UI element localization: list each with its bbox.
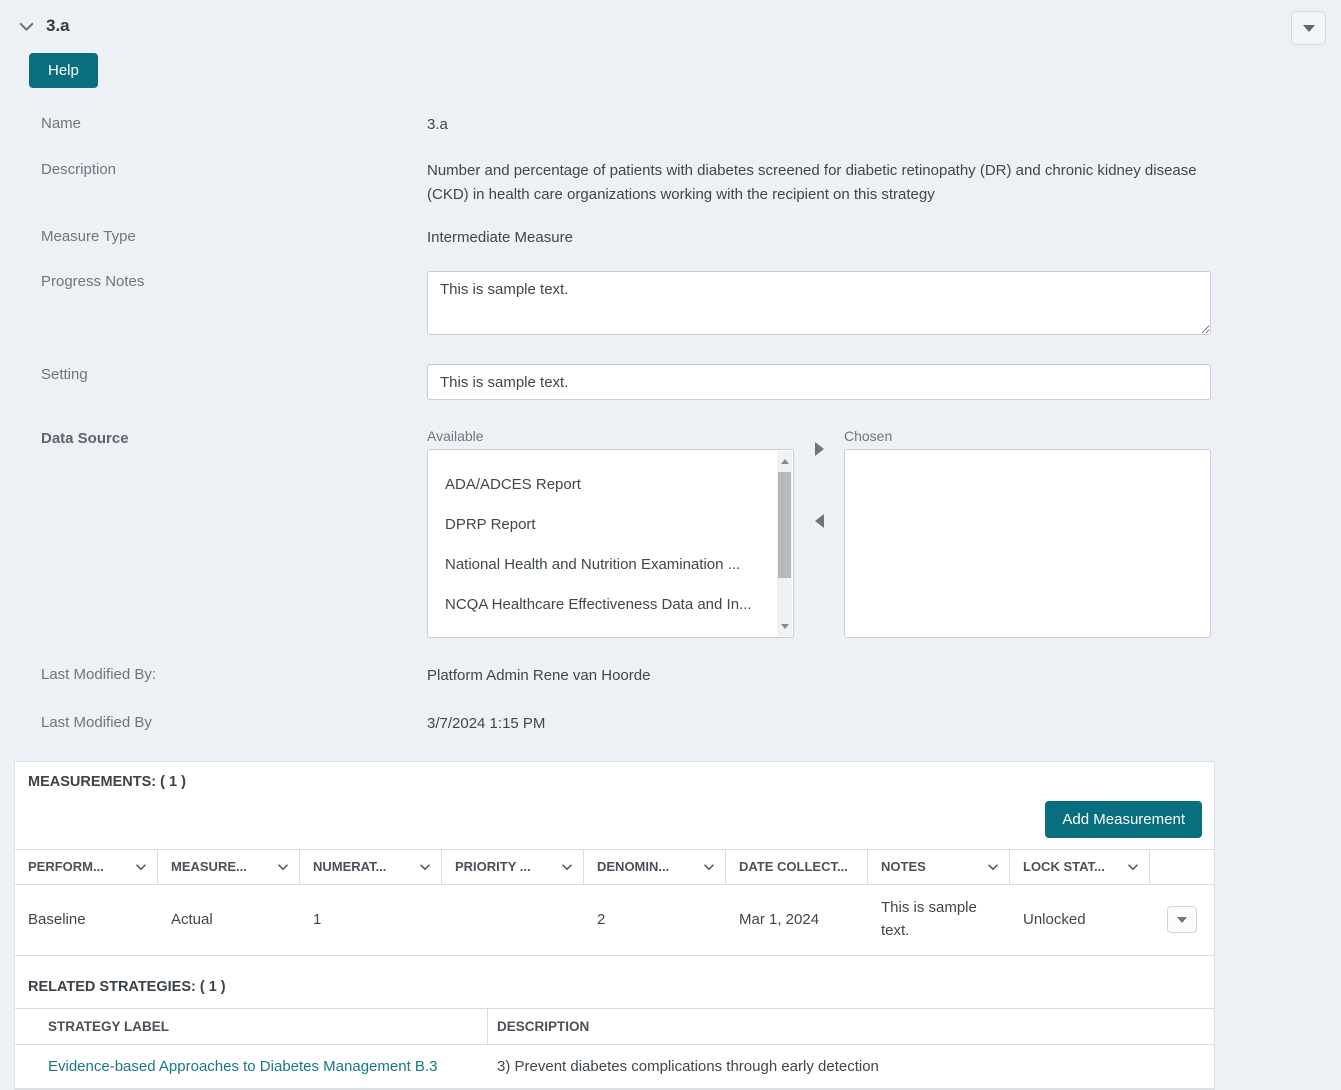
measurements-panel: MEASUREMENTS: ( 1 ) Add Measurement PERF… [14,760,1215,1090]
data-source-dual-list: Available ADA/ADCES Report DPRP Report N… [427,428,1211,639]
cell-date-collected: Mar 1, 2024 [739,910,820,928]
chevron-down-icon [561,863,573,871]
progress-notes-textarea[interactable]: This is sample text. [427,271,1211,335]
column-header-actions [1150,850,1214,884]
description-label: Description [41,161,117,179]
measurements-title: MEASUREMENTS: ( 1 ) [28,773,186,790]
scrollbar[interactable] [777,451,792,637]
related-strategies-title: RELATED STRATEGIES: ( 1 ) [28,978,226,995]
column-header-description: DESCRIPTION [497,1018,590,1034]
caret-down-icon [1302,24,1315,32]
scroll-up-button[interactable] [777,453,792,469]
chosen-listbox[interactable] [844,449,1211,639]
chevron-down-icon [1127,863,1139,871]
column-header-priority[interactable]: PRIORITY ... [442,849,584,884]
form-row-last-modified-date: Last Modified By 3/7/2024 1:15 PM [0,712,1341,735]
measure-type-label: Measure Type [41,227,136,245]
page-title: 3.a [46,16,70,35]
last-modified-date-value: 3/7/2024 1:15 PM [427,714,546,732]
scrollbar-thumb[interactable] [778,472,791,579]
strategy-link[interactable]: Evidence-based Approaches to Diabetes Ma… [48,1058,437,1075]
row-actions-menu-button[interactable] [1167,906,1197,934]
name-value: 3.a [427,116,448,133]
column-header-lock-status[interactable]: LOCK STAT... [1010,849,1150,884]
related-strategy-row: Evidence-based Approaches to Diabetes Ma… [15,1045,1214,1089]
add-measurement-button[interactable]: Add Measurement [1045,800,1202,838]
progress-notes-label: Progress Notes [41,273,145,290]
description-value: Number and percentage of patients with d… [427,162,1197,203]
cell-notes: This is sample text. [881,899,977,939]
setting-input[interactable] [427,364,1211,401]
column-header-strategy-label: STRATEGY LABEL [15,1008,488,1044]
last-modified-date-label: Last Modified By [41,713,152,731]
list-item[interactable]: NCQA Healthcare Effectiveness Data and I… [428,585,793,625]
column-header-measure[interactable]: MEASURE... [158,849,300,884]
strategy-description: 3) Prevent diabetes complications throug… [497,1057,879,1075]
related-strategies-header: STRATEGY LABEL DESCRIPTION [15,1007,1214,1045]
cell-lock-status: Unlocked [1023,910,1086,928]
scroll-up-icon [780,458,789,464]
setting-label: Setting [41,366,88,384]
column-header-date-collected[interactable]: DATE COLLECT... [726,849,868,884]
form-row-progress-notes: Progress Notes This is sample text. [0,271,1341,342]
section-header: 3.a [0,0,1341,45]
caret-down-icon [1177,916,1187,923]
form-row-name: Name 3.a [0,113,1341,136]
column-header-denominator[interactable]: DENOMIN... [584,849,726,884]
collapse-menu-button[interactable] [1291,11,1326,45]
column-header-performance[interactable]: PERFORM... [15,849,158,884]
measurement-row: Baseline Actual 1 2 Mar 1, 2024 This is … [15,885,1214,956]
form-row-measure-type: Measure Type Intermediate Measure [0,226,1341,249]
name-label: Name [41,115,82,132]
list-item[interactable]: DPRP Report [428,505,793,545]
form-row-data-source: Data Source Available ADA/ADCES Report D… [0,428,1341,639]
cell-performance: Baseline [28,910,86,928]
scroll-down-icon [780,623,789,629]
available-label: Available [427,428,484,445]
chosen-label: Chosen [844,428,893,445]
cell-denominator: 2 [597,910,606,928]
list-item[interactable]: National Health and Nutrition Examinatio… [428,545,793,585]
move-to-available-button[interactable] [814,514,824,529]
chevron-down-icon [419,863,431,871]
last-modified-by-value: Platform Admin Rene van Hoorde [427,667,651,685]
column-header-numerator[interactable]: NUMERAT... [300,849,442,884]
chevron-down-icon [277,863,289,871]
help-button[interactable]: Help [29,53,98,88]
form-row-last-modified-by: Last Modified By: Platform Admin Rene va… [0,664,1341,687]
chevron-down-icon [987,863,999,871]
data-source-label: Data Source [41,430,129,448]
cell-measure: Actual [171,910,213,928]
measure-type-value: Intermediate Measure [427,228,573,246]
last-modified-by-label: Last Modified By: [41,666,157,684]
available-listbox[interactable]: ADA/ADCES Report DPRP Report National He… [427,449,794,639]
move-to-chosen-button[interactable] [814,442,824,457]
form-row-setting: Setting [0,364,1341,401]
scroll-down-button[interactable] [777,618,792,634]
cell-numerator: 1 [313,910,322,928]
chevron-down-icon[interactable] [18,18,35,35]
chevron-down-icon [703,863,715,871]
list-item[interactable]: ADA/ADCES Report [428,465,793,505]
form-row-description: Description Number and percentage of pat… [0,159,1341,206]
measurements-table-header: PERFORM... MEASURE... NUMERAT... PRIORIT… [15,848,1214,885]
chevron-down-icon [135,863,147,871]
column-header-notes[interactable]: NOTES [868,849,1010,884]
